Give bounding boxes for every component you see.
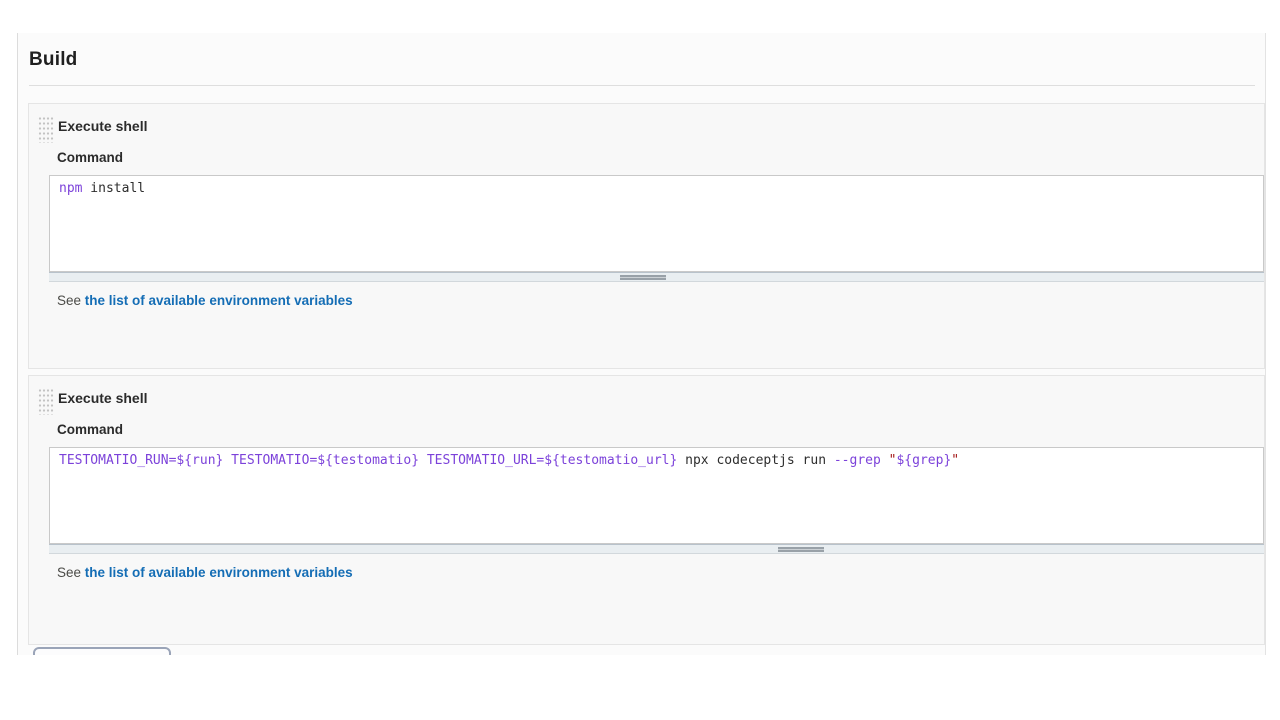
- editor-resize-handle[interactable]: [49, 272, 1264, 282]
- editor-resize-handle[interactable]: [49, 544, 1264, 554]
- env-help-prefix: See: [57, 293, 85, 308]
- build-step-title: Execute shell: [58, 389, 148, 407]
- resize-grip-icon: [620, 275, 666, 280]
- command-editor[interactable]: npm install: [49, 175, 1264, 272]
- command-editor[interactable]: TESTOMATIO_RUN=${run} TESTOMATIO=${testo…: [49, 447, 1264, 544]
- command-label: Command: [57, 421, 123, 439]
- environment-variables-link[interactable]: the list of available environment variab…: [85, 565, 353, 580]
- add-build-step-button[interactable]: [33, 647, 171, 655]
- drag-handle-icon[interactable]: [37, 115, 54, 143]
- build-step: Execute shell Command npm install See th…: [28, 103, 1265, 369]
- resize-grip-icon: [778, 547, 824, 552]
- page-title: Build: [29, 49, 78, 71]
- env-variables-help: See the list of available environment va…: [57, 292, 353, 310]
- drag-handle-icon[interactable]: [37, 387, 54, 415]
- build-step-title: Execute shell: [58, 117, 148, 135]
- env-variables-help: See the list of available environment va…: [57, 564, 353, 582]
- build-step: Execute shell Command TESTOMATIO_RUN=${r…: [28, 375, 1265, 645]
- section-divider: [29, 85, 1255, 86]
- build-config-panel: Build Execute shell Command npm install …: [17, 33, 1266, 655]
- command-label: Command: [57, 149, 123, 167]
- environment-variables-link[interactable]: the list of available environment variab…: [85, 293, 353, 308]
- env-help-prefix: See: [57, 565, 85, 580]
